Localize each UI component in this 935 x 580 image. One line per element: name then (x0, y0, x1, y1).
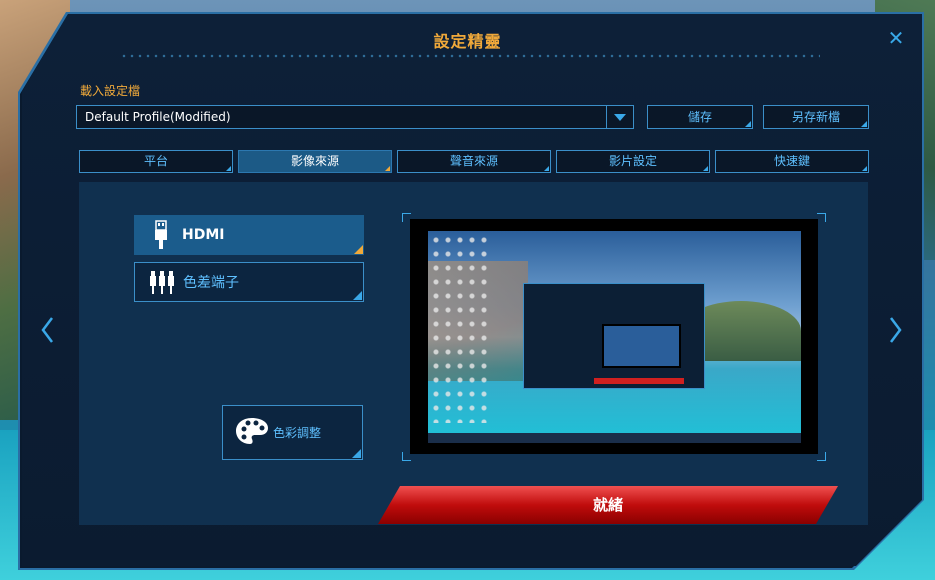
tab-label: 快速鍵 (773, 154, 810, 168)
save-button[interactable]: 儲存 (647, 105, 753, 129)
tab-hotkeys[interactable]: 快速鍵 (715, 150, 869, 173)
chevron-down-icon[interactable] (606, 106, 633, 128)
tab-label: 聲音來源 (449, 154, 498, 168)
source-item-hdmi[interactable]: HDMI (134, 215, 364, 255)
tab-video-source[interactable]: 影像來源 (238, 150, 392, 173)
source-label: 色差端子 (183, 275, 239, 291)
tab-video-settings[interactable]: 影片設定 (556, 150, 710, 173)
hdmi-plug-icon (144, 220, 178, 250)
color-adjust-button[interactable]: 色彩調整 (222, 405, 363, 460)
tab-label: 影片設定 (608, 154, 657, 168)
profile-label: 載入設定檔 (80, 84, 141, 98)
tab-platform[interactable]: 平台 (79, 150, 233, 173)
tab-bar: 平台 影像來源 聲音來源 影片設定 快速鍵 (79, 150, 869, 174)
profile-select[interactable]: Default Profile(Modified) (76, 105, 634, 129)
preview-nested-window (523, 283, 705, 389)
source-item-component[interactable]: 色差端子 (134, 262, 364, 302)
color-adjust-label: 色彩調整 (273, 426, 322, 440)
tab-label: 平台 (143, 154, 168, 168)
video-preview (428, 231, 801, 443)
ready-button[interactable]: 就緒 (378, 486, 838, 524)
save-as-button-label: 另存新檔 (791, 110, 840, 124)
title-divider (120, 54, 820, 58)
save-button-label: 儲存 (687, 110, 712, 124)
component-rca-icon (145, 269, 179, 295)
tab-label: 影像來源 (290, 154, 339, 168)
close-icon[interactable]: ✕ (886, 28, 906, 48)
chevron-right-icon[interactable] (889, 316, 903, 344)
palette-icon (235, 416, 269, 449)
preview-taskbar (428, 433, 801, 443)
dialog-title: 設定精靈 (433, 32, 502, 51)
profile-selected-value: Default Profile(Modified) (85, 110, 231, 124)
source-label: HDMI (182, 227, 225, 243)
tab-audio-source[interactable]: 聲音來源 (397, 150, 551, 173)
save-as-button[interactable]: 另存新檔 (763, 105, 869, 129)
chevron-left-icon[interactable] (40, 316, 54, 344)
